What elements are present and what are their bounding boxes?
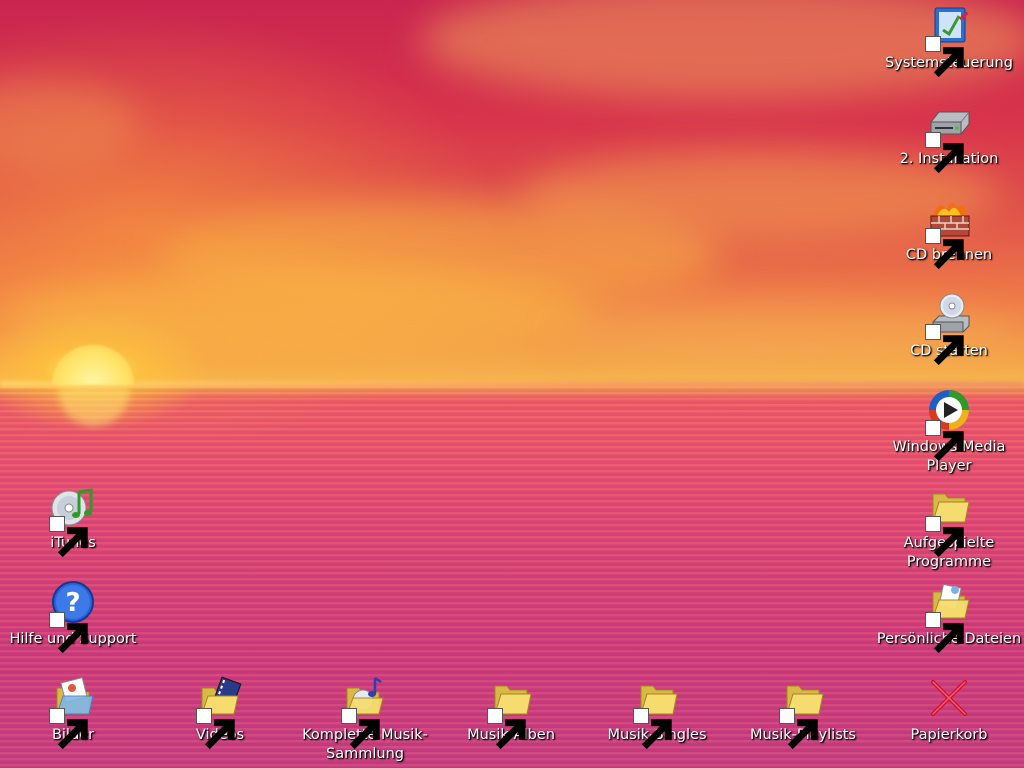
desktop-icon-papierkorb[interactable]: Papierkorb	[874, 676, 1024, 745]
desktop-icon-itunes[interactable]: iTunes	[0, 484, 148, 558]
shortcut-arrow-icon	[49, 708, 88, 750]
desktop-icon-installation[interactable]: 2. Installation	[874, 100, 1024, 174]
desktop-icon-komplette-musik-sammlung[interactable]: Komplette Musik-Sammlung	[290, 676, 440, 764]
shortcut-arrow-icon	[341, 708, 380, 750]
desktop-icon-persoenliche-dateien[interactable]: Persönliche Dateien	[874, 580, 1024, 654]
shortcut-arrow-icon	[925, 324, 964, 366]
wallpaper-cloud	[0, 80, 140, 170]
desktop-icon-systemsteuerung[interactable]: Systemsteuerung	[874, 4, 1024, 78]
desktop-icon-musik-alben[interactable]: Musik-Alben	[436, 676, 586, 750]
desktop-icon-label: Papierkorb	[910, 727, 988, 743]
desktop-icon-windows-media-player[interactable]: Windows Media Player	[874, 388, 1024, 476]
desktop-icon-hilfe-und-support[interactable]: ? Hilfe und Support	[0, 580, 148, 654]
shortcut-arrow-icon	[925, 420, 964, 462]
desktop: Systemsteuerung 2. Installation CD brenn…	[0, 0, 1024, 768]
desktop-icon-musik-playlists[interactable]: Musik-Playlists	[728, 676, 878, 750]
shortcut-arrow-icon	[196, 708, 235, 750]
shortcut-arrow-icon	[925, 132, 964, 174]
shortcut-arrow-icon	[49, 516, 88, 558]
desktop-icon-musik-singles[interactable]: Musik-Singles	[582, 676, 732, 750]
shortcut-arrow-icon	[779, 708, 818, 750]
shortcut-arrow-icon	[925, 516, 964, 558]
desktop-icon-cd-brennen[interactable]: CD brennen	[874, 196, 1024, 270]
shortcut-arrow-icon	[49, 612, 88, 654]
shortcut-arrow-icon	[925, 228, 964, 270]
shortcut-arrow-icon	[925, 612, 964, 654]
shortcut-arrow-icon	[487, 708, 526, 750]
shortcut-arrow-icon	[633, 708, 672, 750]
shortcut-arrow-icon	[925, 36, 964, 78]
desktop-icon-videos[interactable]: Videos	[145, 676, 295, 750]
desktop-icon-aufgespielte-programme[interactable]: Aufgespielte Programme	[874, 484, 1024, 572]
recycle-bin-icon	[931, 680, 967, 716]
desktop-icon-bilder[interactable]: Bilder	[0, 676, 148, 750]
desktop-icon-cd-starten[interactable]: CD starten	[874, 292, 1024, 366]
